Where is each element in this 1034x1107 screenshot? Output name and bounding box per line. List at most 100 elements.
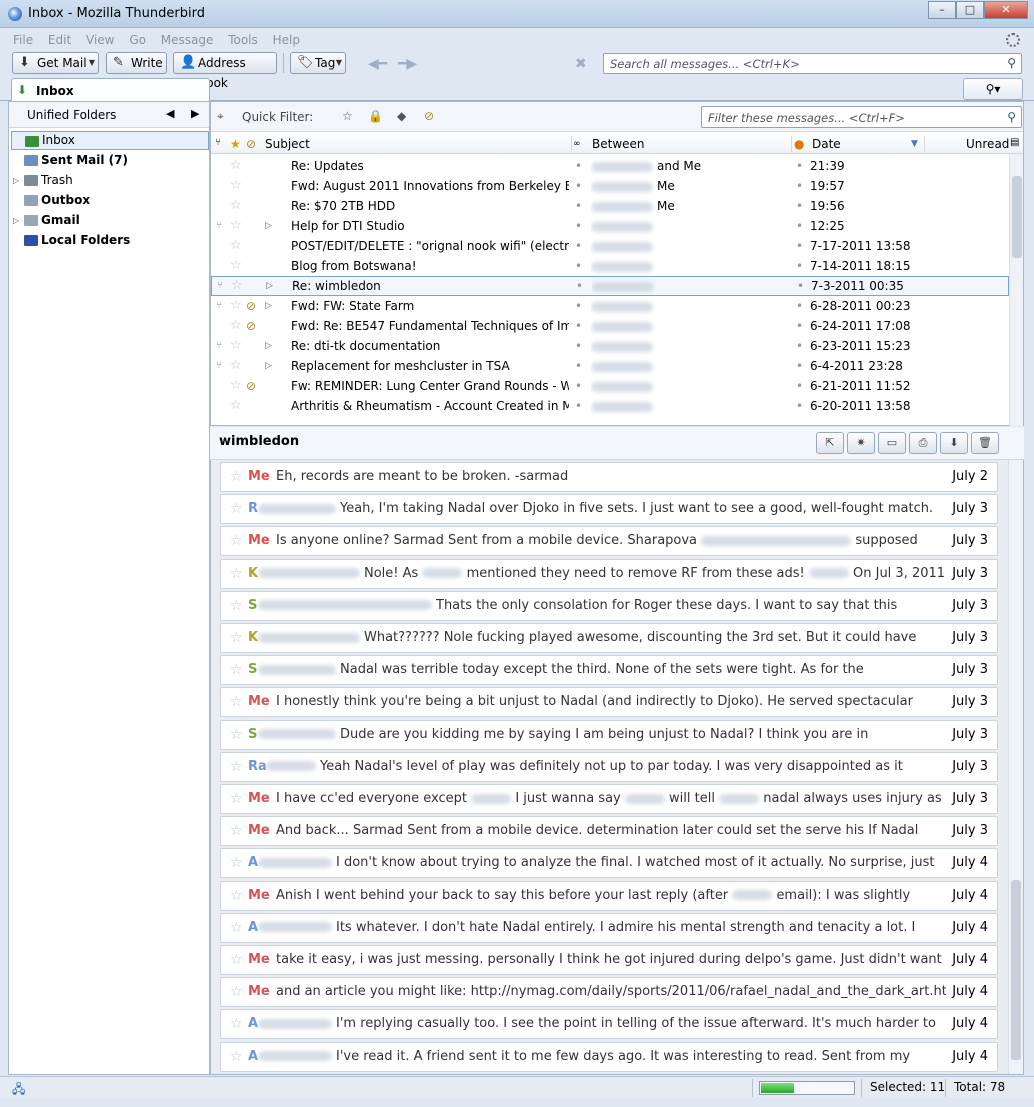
star-icon[interactable]: ☆ xyxy=(231,277,243,295)
table-row[interactable]: ⑂ ☆ ⊘ ▷ Fwd: FW: State Farm • • 6-28-2011 00:23 xyxy=(211,296,1009,316)
open-in-tab-button[interactable]: ⇱ xyxy=(816,432,844,454)
table-row[interactable]: ☆ Fwd: August 2011 Innovations from Berke… xyxy=(211,176,1009,196)
star-icon[interactable]: ☆ xyxy=(230,1010,243,1038)
star-icon[interactable]: ☆ xyxy=(230,946,243,974)
star-icon[interactable]: ☆ xyxy=(230,176,242,196)
star-icon[interactable]: ☆ xyxy=(230,336,242,356)
folder-item[interactable]: Sent Mail (7) xyxy=(11,151,209,170)
junk-column-icon[interactable]: ● xyxy=(794,137,804,151)
menu-tools[interactable]: Tools xyxy=(228,30,258,50)
menu-help[interactable]: Help xyxy=(273,30,300,50)
scrollbar-thumb[interactable] xyxy=(1012,176,1022,258)
star-icon[interactable]: ☆ xyxy=(230,624,243,652)
print-button[interactable]: ⎙ xyxy=(909,432,937,454)
scrollbar-thumb[interactable] xyxy=(1011,880,1021,1060)
close-button[interactable]: ✕ xyxy=(984,1,1028,19)
column-between[interactable]: Between xyxy=(592,137,645,151)
menu-message[interactable]: Message xyxy=(161,30,214,50)
star-icon[interactable]: ☆ xyxy=(230,817,243,845)
star-icon[interactable]: ☆ xyxy=(230,1043,243,1071)
column-subject[interactable]: Subject xyxy=(265,137,310,151)
conversation-message[interactable]: ☆ Ra Yeah Nadal's level of play was defini… xyxy=(220,751,998,782)
conversation-message[interactable]: ☆ Me and an article you might like: http:/… xyxy=(220,977,998,1008)
conversation-message[interactable]: ☆ Me Eh, records are meant to be broken. -… xyxy=(220,462,998,492)
star-icon[interactable]: ☆ xyxy=(230,256,242,276)
next-mode-arrow-icon[interactable]: ▶ xyxy=(191,107,199,120)
column-picker-icon[interactable]: ▤ xyxy=(1010,137,1019,148)
folder-item[interactable]: Outbox xyxy=(11,191,209,210)
menu-file[interactable]: File xyxy=(13,30,33,50)
contact-filter-icon[interactable]: 🔒 xyxy=(368,109,383,123)
table-row[interactable]: ☆ ⊘ Fwd: Re: BE547 Fundamental Techniques … xyxy=(211,316,1009,336)
conversation-message[interactable]: ☆ K Nole! As mentioned they need to remove… xyxy=(220,558,998,589)
conversation-message[interactable]: ☆ K What?????? Nole fucking played awesome… xyxy=(220,623,998,653)
table-row[interactable]: ⑂ ☆ ▷ Help for DTI Studio • • 12:25 xyxy=(211,216,1009,236)
star-icon[interactable]: ☆ xyxy=(230,688,243,716)
expand-arrow-icon[interactable]: ▷ xyxy=(13,211,19,230)
table-row[interactable]: ⑂ ☆ ▷ Re: wimbledon • • 7-3-2011 00:35 xyxy=(211,276,1009,296)
star-icon[interactable]: ☆ xyxy=(230,978,243,1006)
thread-twisty-icon[interactable]: ▷ xyxy=(265,216,272,236)
conversation-message[interactable]: ☆ Me take it easy, i was just messing. per… xyxy=(220,945,998,975)
star-icon[interactable]: ☆ xyxy=(230,560,243,588)
archive-button[interactable]: ▭ xyxy=(878,432,906,454)
maximize-button[interactable]: □ xyxy=(956,1,984,19)
tag-button[interactable]: 🏷 Tag ▼ xyxy=(290,52,346,74)
conversation-message[interactable]: ☆ R Yeah, I'm taking Nadal over Djoko in f… xyxy=(220,494,998,525)
conversation-message[interactable]: ☆ Me And back... Sarmad Sent from a mobile… xyxy=(220,816,998,847)
star-icon[interactable]: ☆ xyxy=(230,914,243,942)
star-icon[interactable]: ☆ xyxy=(230,376,242,396)
thread-twisty-icon[interactable]: ▷ xyxy=(265,356,272,376)
table-row[interactable]: ⑂ ☆ ▷ Re: dti-tk documentation • • 6-23-2011 1… xyxy=(211,336,1009,356)
conversation-message[interactable]: ☆ Me I have cc'ed everyone except I just w… xyxy=(220,784,998,814)
address-book-button[interactable]: 👤 Address Book xyxy=(173,52,277,90)
delete-button[interactable]: 🗑 xyxy=(971,432,999,454)
star-filter-icon[interactable]: ☆ xyxy=(342,109,353,123)
attachment-filter-icon[interactable]: ⊘ xyxy=(424,109,434,123)
minimize-button[interactable]: – xyxy=(928,1,956,19)
write-button[interactable]: ✎ Write xyxy=(106,52,167,74)
menu-view[interactable]: View xyxy=(86,30,114,50)
star-icon[interactable]: ☆ xyxy=(230,882,243,910)
get-mail-button[interactable]: ⬇ Get Mail ▼ xyxy=(12,52,99,74)
conversation-message[interactable]: ☆ A I don't know about trying to analyze t… xyxy=(220,848,998,879)
conversation-message[interactable]: ☆ A I'm replying casually too. I see the p… xyxy=(220,1009,998,1040)
folder-item[interactable]: ▷ Trash xyxy=(11,171,209,190)
column-unread[interactable]: Unread xyxy=(966,137,1009,151)
conversation-message[interactable]: ☆ S Dude are you kidding me by saying I am… xyxy=(220,719,998,750)
star-icon[interactable]: ☆ xyxy=(230,156,242,176)
star-icon[interactable]: ☆ xyxy=(230,527,243,555)
star-icon[interactable]: ☆ xyxy=(230,196,242,216)
tab-inbox[interactable]: ⬇ Inbox xyxy=(11,78,210,102)
quick-filter-input[interactable]: Filter these messages... <Ctrl+F> ⚲ xyxy=(701,106,1022,128)
thread-twisty-icon[interactable]: ▷ xyxy=(265,296,272,316)
chevron-down-icon[interactable]: ▼ xyxy=(336,53,342,73)
save-button[interactable]: ⬇ xyxy=(940,432,968,454)
conversation-message[interactable]: ☆ Me I honestly think you're being a bit u… xyxy=(220,687,998,718)
tag-filter-icon[interactable]: ◆ xyxy=(397,109,406,123)
conversation-message[interactable]: ☆ S Nadal was terrible today except the th… xyxy=(220,655,998,686)
folder-item[interactable]: Inbox xyxy=(11,131,209,150)
folder-item[interactable]: ▷ Gmail xyxy=(11,211,209,230)
star-icon[interactable]: ☆ xyxy=(230,216,242,236)
chevron-down-icon[interactable]: ▼ xyxy=(89,53,95,73)
star-icon[interactable]: ☆ xyxy=(230,356,242,376)
conversation-message[interactable]: ☆ A Its whatever. I don't hate Nadal entir… xyxy=(220,912,998,943)
expand-all-button[interactable]: ✷ xyxy=(847,432,875,454)
folder-item[interactable]: Local Folders xyxy=(11,231,209,250)
table-row[interactable]: ☆ Re: Updates • and Me • 21:39 xyxy=(211,156,1009,176)
column-date[interactable]: Date xyxy=(812,137,841,151)
prev-mode-arrow-icon[interactable]: ◀ xyxy=(166,107,174,120)
star-icon[interactable]: ☆ xyxy=(230,849,243,877)
sticky-pin-icon[interactable]: ⌖ xyxy=(217,109,224,124)
online-status-icon[interactable]: 🖧 xyxy=(12,1080,25,1101)
conversation-message[interactable]: ☆ Me Anish I went behind your back to say … xyxy=(220,880,998,911)
conversation-message[interactable]: ☆ A I've read it. A friend sent it to me f… xyxy=(220,1041,998,1072)
search-icon[interactable]: ⚲ xyxy=(1007,56,1016,70)
table-row[interactable]: ☆ ⊘ Fw: REMINDER: Lung Center Grand Rounds… xyxy=(211,376,1009,396)
menu-go[interactable]: Go xyxy=(129,30,146,50)
star-icon[interactable]: ☆ xyxy=(230,495,243,523)
thread-twisty-icon[interactable]: ▷ xyxy=(265,336,272,356)
star-icon[interactable]: ☆ xyxy=(230,296,242,316)
star-icon[interactable]: ☆ xyxy=(230,721,243,749)
